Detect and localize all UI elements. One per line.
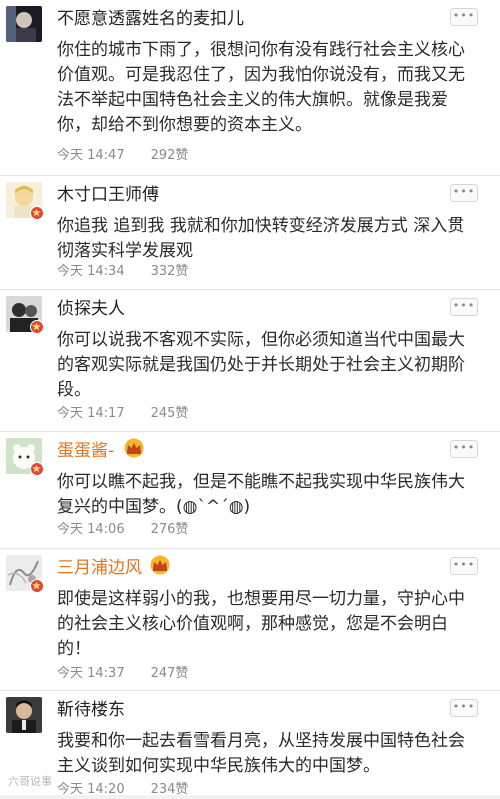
more-options-button[interactable]: ••• [450,184,478,202]
timestamp: 今天 14:06 [57,522,125,537]
timestamp: 今天 14:17 [57,406,125,421]
comment-item: 木寸口王师傅 ••• 你追我 追到我 我就和你加快转变经济发展方式 深入贯彻落实… [0,176,500,290]
more-options-button[interactable]: ••• [450,699,478,717]
verified-badge-icon [30,206,44,220]
comment-item: 侦探夫人 ••• 你可以说我不客观不实际，但你必须知道当代中国最大的客观实际就是… [0,290,500,432]
comment-meta: 今天 14:47 292赞 [57,147,188,165]
comment-text: 我要和你一起去看雪看月亮，从坚持发展中国特色社会主义谈到如何实现中华民族伟大的中… [57,731,465,776]
more-options-button[interactable]: ••• [450,298,478,316]
comment-text: 即使是这样弱小的我，也想要用尽一切力量，守护心中的社会主义核心价值观啊，那种感觉… [57,589,465,659]
comment-text: 你可以瞧不起我，但是不能瞧不起我实现中华民族伟大复兴的中国梦。(◍`^´◍) [57,472,465,517]
vip-crown-icon [122,438,146,458]
username[interactable]: 三月浦边风 [57,557,142,579]
comment-meta: 今天 14:17 245赞 [57,405,188,423]
comment-item: 不愿意透露姓名的麦扣儿 ••• 你住的城市下雨了，很想问你有没有践行社会主义核心… [0,0,500,176]
verified-badge-icon [30,579,44,593]
username[interactable]: 不愿意透露姓名的麦扣儿 [57,8,244,30]
comment-text: 你可以说我不客观不实际，但你必须知道当代中国最大的客观实际就是我国仍处于并长期处… [57,330,465,400]
like-count[interactable]: 292赞 [151,148,189,163]
comment-meta: 今天 14:34 332赞 [57,263,188,281]
avatar[interactable] [6,6,42,42]
more-options-button[interactable]: ••• [450,8,478,26]
comment-text: 你追我 追到我 我就和你加快转变经济发展方式 深入贯彻落实科学发展观 [57,216,465,261]
avatar[interactable] [6,697,42,733]
timestamp: 今天 14:34 [57,264,125,279]
timestamp: 今天 14:37 [57,666,125,681]
verified-badge-icon [30,462,44,476]
like-count[interactable]: 245赞 [151,406,189,421]
username[interactable]: 侦探夫人 [57,298,125,320]
username[interactable]: 靳待楼东 [57,699,125,721]
username[interactable]: 木寸口王师傅 [57,184,159,206]
comment-feed: 不愿意透露姓名的麦扣儿 ••• 你住的城市下雨了，很想问你有没有践行社会主义核心… [0,0,500,797]
more-options-button[interactable]: ••• [450,440,478,458]
watermark: 六哥说事 [8,775,52,788]
like-count[interactable]: 276赞 [151,522,189,537]
comment-meta: 今天 14:37 247赞 [57,665,188,683]
vip-crown-icon [148,555,172,575]
comment-meta: 今天 14:20 234赞 [57,781,188,799]
like-count[interactable]: 247赞 [151,666,189,681]
like-count[interactable]: 332赞 [151,264,189,279]
comment-item: 三月浦边风 ••• 即使是这样弱小的我，也想要用尽一切力量，守护心中的社会主义核… [0,549,500,691]
verified-badge-icon [30,320,44,334]
username[interactable]: 蛋蛋酱- [57,440,114,462]
comment-item: 蛋蛋酱- ••• 你可以瞧不起我，但是不能瞧不起我实现中华民族伟大复兴的中国梦。… [0,432,500,549]
comment-item: 靳待楼东 ••• 我要和你一起去看雪看月亮，从坚持发展中国特色社会主义谈到如何实… [0,691,500,797]
comment-text: 你住的城市下雨了，很想问你有没有践行社会主义核心价值观。可是我忍住了，因为我怕你… [57,40,465,135]
more-options-button[interactable]: ••• [450,557,478,575]
timestamp: 今天 14:47 [57,148,125,163]
comment-meta: 今天 14:06 276赞 [57,521,188,539]
